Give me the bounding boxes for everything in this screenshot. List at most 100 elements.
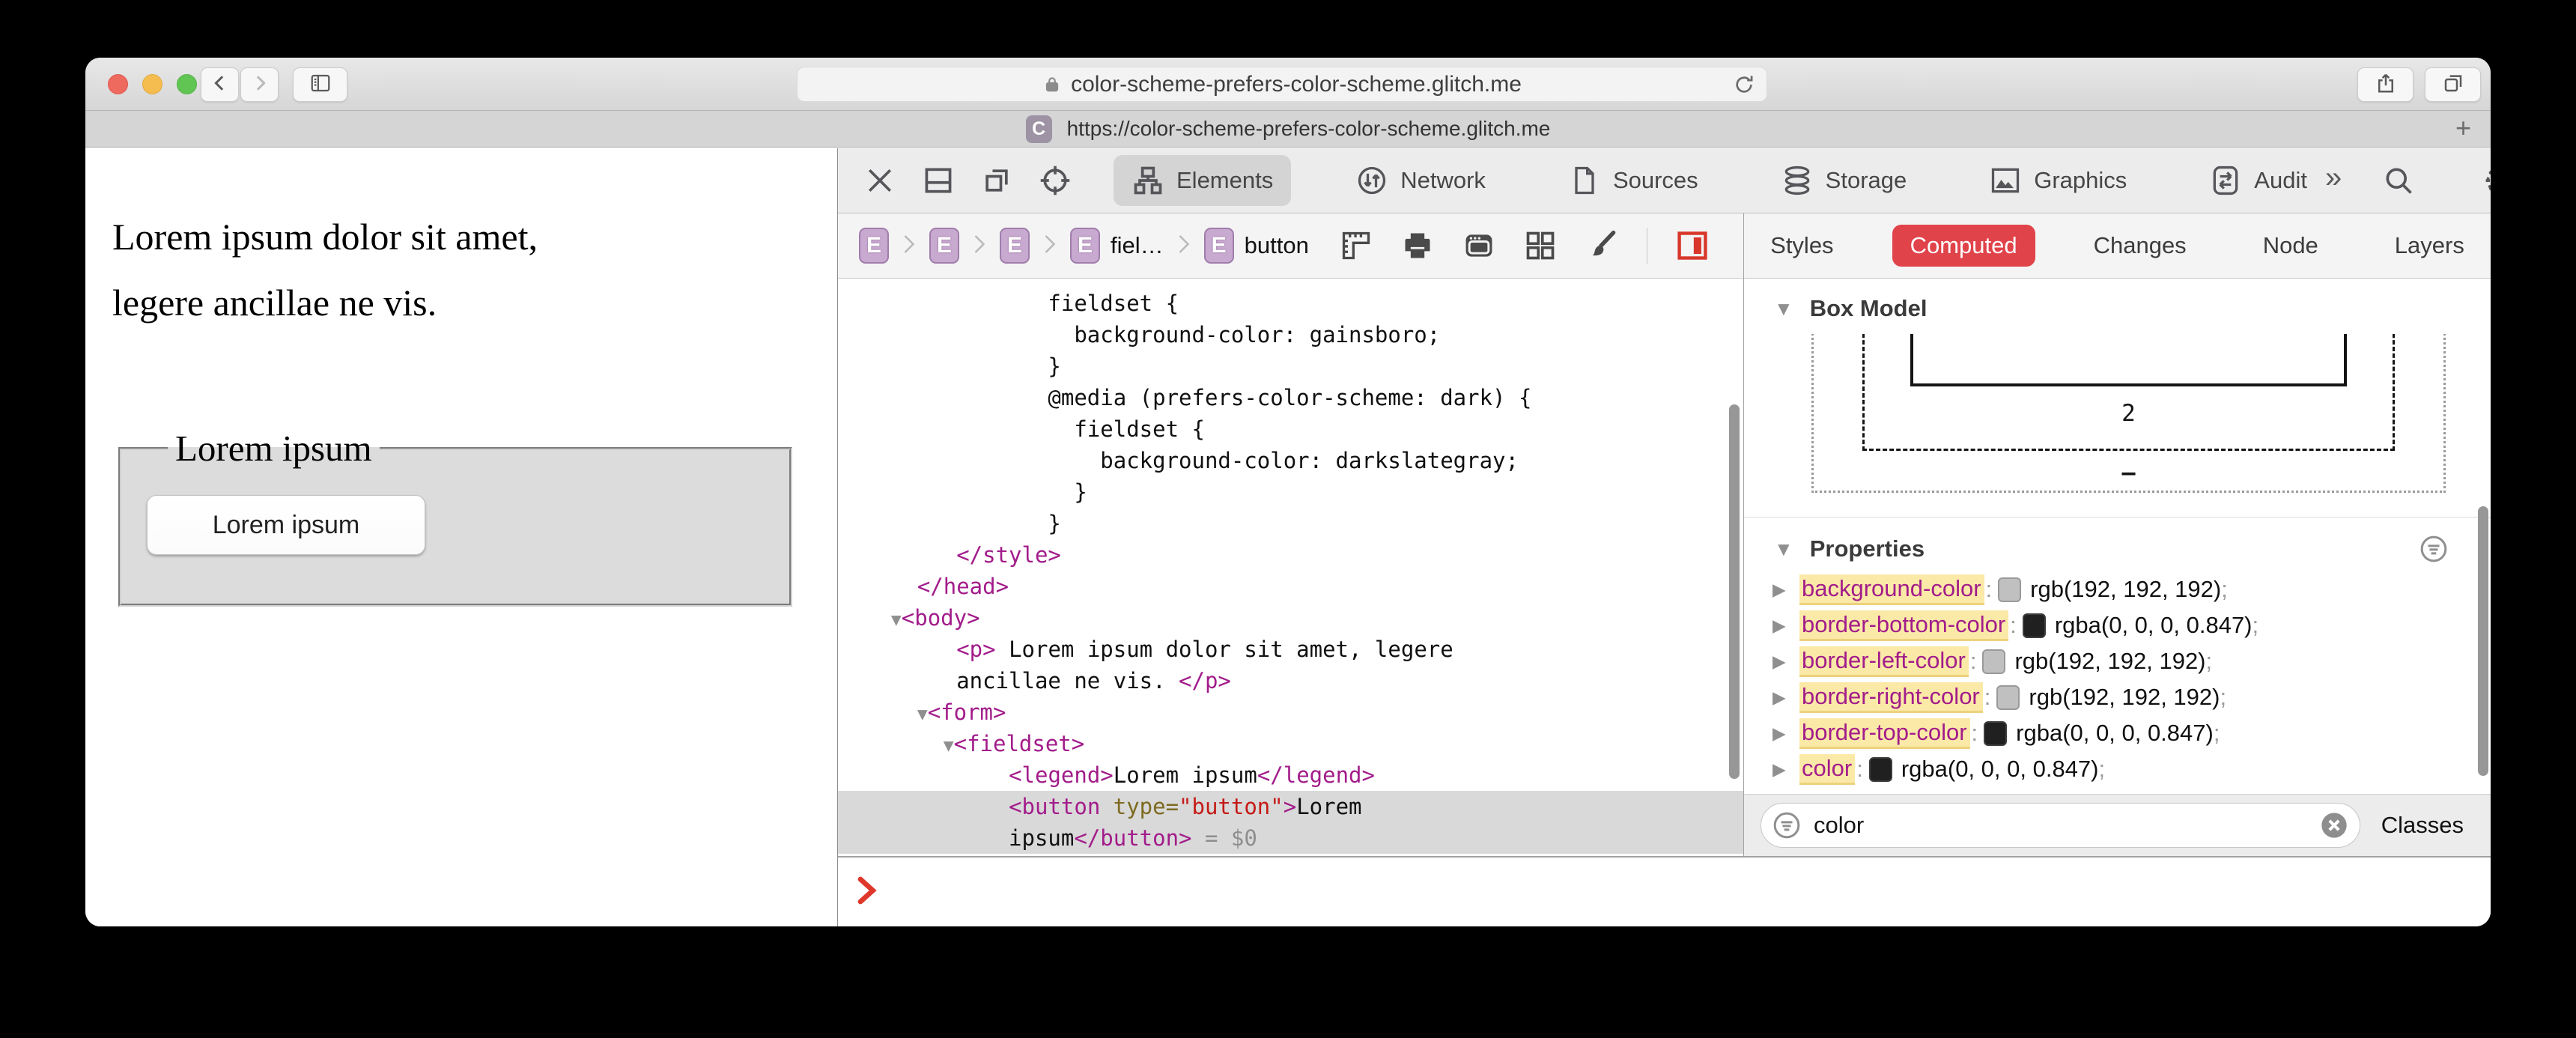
dom-tree-view[interactable]: fieldset { background-color: gainsboro; …	[838, 279, 1743, 856]
inspector-tab-elements[interactable]: Elements	[1114, 155, 1292, 206]
classes-toggle[interactable]: Classes	[2381, 812, 2464, 839]
dom-tree-line[interactable]: }	[838, 476, 1743, 508]
element-picker-button[interactable]	[1039, 163, 1072, 198]
breadcrumb-item[interactable]: E	[1000, 228, 1030, 264]
sidebar-tab-styles[interactable]: Styles	[1752, 225, 1851, 267]
dom-tree-line[interactable]: ancillae ne vis. </p>	[838, 665, 1743, 696]
color-swatch[interactable]	[1996, 685, 2020, 710]
sidebar-tab-layers[interactable]: Layers	[2377, 225, 2482, 267]
property-row-border-right-color[interactable]: ▶ border-right-color: rgb(192, 192, 192);	[1744, 679, 2491, 715]
inspector-tab-sources[interactable]: Sources	[1550, 155, 1716, 206]
device-window-button[interactable]	[1462, 229, 1495, 262]
dom-tree-line[interactable]: <p> Lorem ipsum dolor sit amet, legere	[838, 634, 1743, 665]
inspector-toolbar-right: »	[2325, 163, 2491, 198]
breadcrumb-item-label: fiel…	[1111, 232, 1164, 258]
box-model-header[interactable]: ▼ Box Model	[1744, 279, 2491, 330]
forward-button[interactable]	[240, 67, 279, 102]
minimize-window-button[interactable]	[142, 74, 162, 94]
inspect-mode-active-icon[interactable]	[1676, 229, 1709, 262]
disclosure-icon[interactable]: ▶	[1772, 688, 1799, 708]
page-button[interactable]: Lorem ipsum	[147, 495, 425, 555]
disclosure-icon[interactable]: ▶	[1772, 652, 1799, 672]
share-button[interactable]	[2357, 67, 2414, 102]
property-row-border-left-color[interactable]: ▶ border-left-color: rgb(192, 192, 192);	[1744, 643, 2491, 679]
dom-tree-line[interactable]: </style>	[838, 539, 1743, 571]
dom-tree-line-selected[interactable]: ipsum</button> = $0	[838, 822, 1743, 854]
dom-tree-line[interactable]: }	[838, 508, 1743, 539]
dom-tree-line[interactable]: background-color: darkslategray;	[838, 445, 1743, 476]
properties-filter-icon[interactable]	[2419, 534, 2449, 564]
dock-bottom-button[interactable]	[922, 163, 955, 198]
rulers-button[interactable]	[1340, 229, 1373, 262]
dom-tree-line[interactable]: fieldset {	[838, 413, 1743, 445]
disclosure-icon[interactable]: ▶	[1772, 616, 1799, 636]
filter-bar: color Classes	[1744, 794, 2491, 856]
detach-window-button[interactable]	[980, 163, 1013, 198]
close-inspector-button[interactable]	[863, 163, 896, 198]
url-bar[interactable]: color-scheme-prefers-color-scheme.glitch…	[797, 67, 1767, 102]
tab-overview-button[interactable]	[2425, 67, 2481, 102]
property-row-color[interactable]: ▶ color: rgba(0, 0, 0, 0.847);	[1744, 751, 2491, 787]
box-model-margin-dash: –	[2121, 460, 2136, 486]
tab-title[interactable]: https://color-scheme-prefers-color-schem…	[1067, 117, 1551, 141]
dom-tree-line[interactable]: ▼<form>	[838, 696, 1743, 728]
dom-tree-line[interactable]: ▼<fieldset>	[838, 728, 1743, 759]
color-swatch[interactable]	[1868, 756, 1892, 782]
breadcrumb-item[interactable]: Ebutton	[1203, 228, 1309, 264]
sidebar-tab-changes[interactable]: Changes	[2076, 225, 2205, 267]
color-swatch[interactable]	[2022, 613, 2046, 638]
property-row-background-color[interactable]: ▶ background-color: rgb(192, 192, 192);	[1744, 571, 2491, 607]
styles-sidebar-tabs: Styles Computed Changes Node Layers	[1744, 213, 2491, 279]
sidebar-toggle-button[interactable]	[293, 67, 347, 102]
property-semicolon: ;	[2213, 720, 2220, 746]
print-button[interactable]	[1401, 229, 1434, 262]
color-swatch[interactable]	[1982, 649, 2006, 674]
sidebar-scrollbar[interactable]	[2478, 506, 2488, 776]
property-row-border-bottom-color[interactable]: ▶ border-bottom-color: rgba(0, 0, 0, 0.847…	[1744, 607, 2491, 643]
disclosure-triangle-icon: ▼	[1774, 537, 1793, 560]
reload-button[interactable]	[1732, 73, 1758, 98]
disclosure-icon[interactable]: ▶	[1772, 759, 1799, 780]
breadcrumb-item[interactable]: Efiel…	[1070, 228, 1164, 264]
page-paragraph: Lorem ipsum dolor sit amet, legere ancil…	[112, 204, 538, 336]
element-badge-icon: E	[929, 228, 959, 264]
dom-tree-line[interactable]: </head>	[838, 571, 1743, 602]
property-row-border-top-color[interactable]: ▶ border-top-color: rgba(0, 0, 0, 0.847);	[1744, 715, 2491, 751]
more-tabs-button[interactable]: »	[2325, 163, 2342, 198]
back-button[interactable]	[201, 67, 239, 102]
breadcrumb-item[interactable]: E	[859, 228, 889, 264]
color-swatch[interactable]	[1984, 720, 2008, 746]
close-window-button[interactable]	[108, 74, 128, 94]
quick-console[interactable]	[838, 856, 2491, 926]
grid-overlay-button[interactable]	[1524, 229, 1557, 262]
dom-tree-line[interactable]: fieldset {	[838, 288, 1743, 319]
properties-header[interactable]: ▼ Properties	[1744, 518, 2491, 571]
inspector-tab-storage[interactable]: Storage	[1763, 155, 1925, 206]
dom-tree-line[interactable]: background-color: gainsboro;	[838, 319, 1743, 350]
new-tab-button[interactable]: +	[2455, 112, 2471, 144]
dom-tree-line[interactable]: @media (prefers-color-scheme: dark) {	[838, 382, 1743, 413]
inspector-tab-audit[interactable]: Audit	[2191, 155, 2325, 206]
search-button[interactable]	[2381, 163, 2416, 198]
dom-tree-line[interactable]: ▼<body>	[838, 602, 1743, 634]
breadcrumb-separator-icon	[1176, 231, 1192, 261]
dom-tree-line-selected[interactable]: <button type="button">Lorem	[838, 791, 1743, 822]
dom-tree-column: E E E Efiel… Ebutton fieldset {backgrou…	[838, 213, 1744, 856]
sidebar-tab-computed[interactable]: Computed	[1892, 225, 2035, 267]
settings-gear-button[interactable]	[2481, 163, 2491, 198]
color-swatch[interactable]	[1998, 577, 2022, 602]
disclosure-icon[interactable]: ▶	[1772, 580, 1799, 600]
breadcrumb-toolbar	[1340, 228, 1736, 264]
code-scrollbar[interactable]	[1729, 404, 1740, 779]
disclosure-icon[interactable]: ▶	[1772, 723, 1799, 744]
inspector-tab-network[interactable]: Network	[1337, 155, 1504, 206]
zoom-window-button[interactable]	[177, 74, 197, 94]
property-filter-input[interactable]: color	[1761, 803, 2360, 848]
dom-tree-line[interactable]: <legend>Lorem ipsum</legend>	[838, 759, 1743, 791]
paint-flashing-button[interactable]	[1585, 229, 1618, 262]
inspector-tab-graphics[interactable]: Graphics	[1971, 155, 2145, 206]
breadcrumb-item[interactable]: E	[929, 228, 959, 264]
clear-filter-button[interactable]	[2319, 810, 2349, 840]
dom-tree-line[interactable]: }	[838, 350, 1743, 382]
sidebar-tab-node[interactable]: Node	[2245, 225, 2336, 267]
